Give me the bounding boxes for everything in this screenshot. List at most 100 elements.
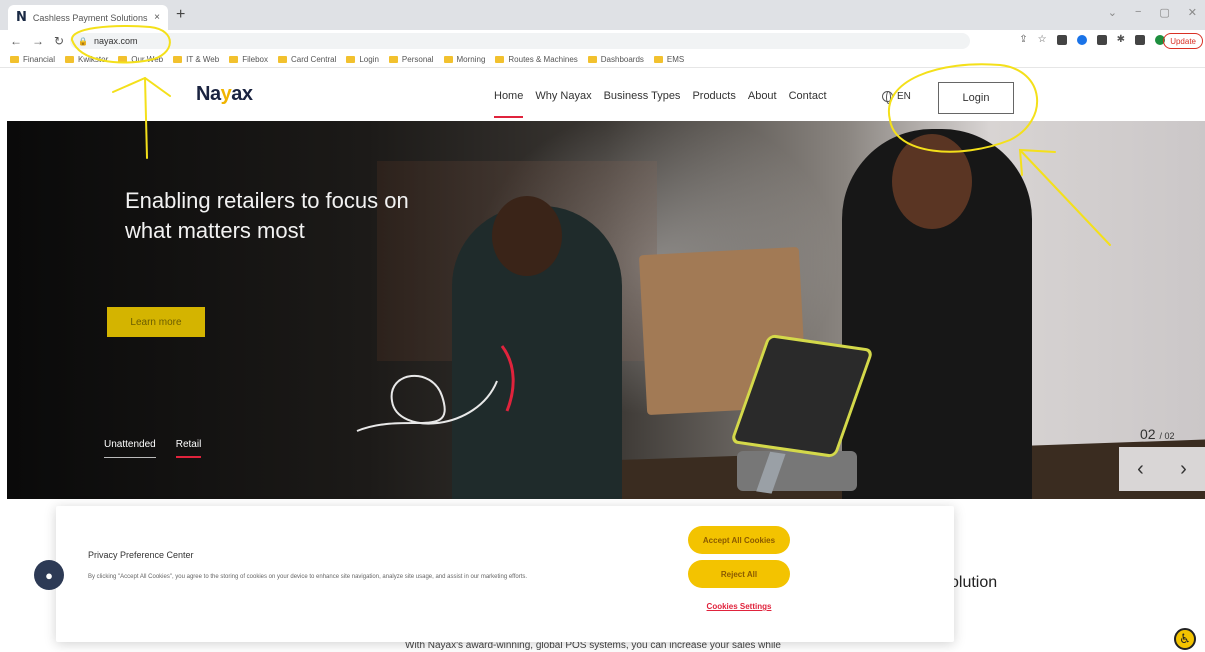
logo-text: Na	[196, 83, 221, 105]
bookmark-label: Filebox	[242, 55, 268, 64]
cookie-description: By clicking "Accept All Cookies", you ag…	[88, 574, 528, 580]
nayax-favicon-icon: N	[16, 10, 27, 25]
bookmark-label: Financial	[23, 55, 56, 64]
new-tab-button[interactable]: +	[176, 6, 185, 24]
folder-icon	[653, 56, 663, 63]
bookmark-label: Login	[359, 55, 379, 64]
close-window-button[interactable]: ✕	[1188, 6, 1197, 19]
tab-close-icon[interactable]: ×	[154, 12, 160, 23]
lock-icon: 🔒	[78, 36, 88, 46]
bookmark-folder[interactable]: Login	[346, 55, 379, 64]
bookmark-folder[interactable]: IT & Web	[173, 55, 219, 64]
chevron-left-icon[interactable]: ‹	[1137, 458, 1144, 481]
bookmark-folder[interactable]: Our Web	[118, 55, 163, 64]
folder-icon	[346, 56, 356, 63]
learn-more-button[interactable]: Learn more	[107, 307, 205, 337]
bookmarks-bar: Financial Kwikstor Our Web IT & Web File…	[0, 52, 1205, 68]
main-nav: Home Why Nayax Business Types Products A…	[494, 90, 827, 118]
folder-icon	[587, 56, 597, 63]
bookmark-folder[interactable]: Personal	[388, 55, 434, 64]
bookmark-folder[interactable]: Financial	[10, 55, 55, 64]
bookmark-label: Personal	[401, 55, 434, 64]
maximize-button[interactable]: ▢	[1159, 6, 1169, 19]
browser-tabstrip: N Cashless Payment Solutions - U... × + …	[0, 0, 1205, 30]
nav-products[interactable]: Products	[692, 90, 735, 114]
slide-counter: 02 / 02	[1140, 426, 1174, 442]
browser-tab[interactable]: N Cashless Payment Solutions - U... ×	[8, 5, 168, 30]
cookie-title: Privacy Preference Center	[88, 550, 194, 560]
reload-icon[interactable]: ↻	[54, 34, 64, 48]
bookmark-label: Our Web	[131, 55, 164, 64]
folder-icon	[229, 56, 239, 63]
nav-home[interactable]: Home	[494, 90, 524, 118]
hero-photo-cashier	[842, 129, 1032, 499]
logo-text: ax	[231, 83, 253, 105]
nav-business-types[interactable]: Business Types	[604, 90, 681, 114]
bookmark-folder[interactable]: Card Central	[277, 55, 337, 64]
bookmark-folder[interactable]: Dashboards	[587, 55, 644, 64]
extension-icon[interactable]	[1096, 34, 1107, 45]
accessibility-icon[interactable]: ♿	[1174, 628, 1196, 650]
hero-tab-unattended[interactable]: Unattended	[104, 439, 156, 458]
extension-icon[interactable]	[1056, 34, 1067, 45]
hero-headline: Enabling retailers to focus on what matt…	[125, 188, 409, 243]
bookmark-label: Morning	[456, 55, 486, 64]
back-arrow-icon[interactable]: ←	[10, 34, 22, 48]
update-button[interactable]: Update	[1163, 33, 1203, 49]
slide-current: 02	[1140, 426, 1156, 442]
share-icon[interactable]: ⇪	[1019, 34, 1027, 45]
tab-title: Cashless Payment Solutions - U...	[32, 12, 150, 23]
login-button[interactable]: Login	[938, 82, 1014, 114]
folder-icon	[65, 56, 75, 63]
puzzle-extensions-icon[interactable]: ✱	[1117, 34, 1125, 45]
bookmark-folder[interactable]: Routes & Machines	[495, 55, 578, 64]
extension-icon[interactable]	[1076, 34, 1087, 45]
bookmark-label: Routes & Machines	[508, 55, 578, 64]
bookmark-folder[interactable]: EMS	[653, 55, 685, 64]
star-bookmark-icon[interactable]: ☆	[1038, 34, 1047, 45]
chevron-right-icon[interactable]: ›	[1180, 458, 1187, 481]
language-selector[interactable]: EN	[882, 91, 911, 104]
hero-banner: Enabling retailers to focus on what matt…	[7, 121, 1205, 499]
minimize-button[interactable]: −	[1135, 6, 1141, 19]
cookie-icon[interactable]: ●	[34, 560, 64, 590]
nav-why-nayax[interactable]: Why Nayax	[535, 90, 591, 114]
address-url: nayax.com	[93, 36, 138, 46]
hero-tabs: Unattended Retail	[104, 439, 202, 458]
slide-total: / 02	[1159, 431, 1175, 441]
sidebar-icon[interactable]	[1135, 34, 1145, 45]
language-label: EN	[897, 91, 911, 102]
bookmark-folder[interactable]: Kwikstor	[65, 55, 108, 64]
hero-tab-retail[interactable]: Retail	[175, 439, 202, 458]
accept-cookies-button[interactable]: Accept All Cookies	[688, 526, 790, 554]
bookmark-folder[interactable]: Morning	[443, 55, 486, 64]
window-controls: ⌄ − ▢ ✕	[1108, 6, 1197, 19]
tab-search-icon[interactable]: ⌄	[1108, 6, 1117, 19]
globe-icon	[882, 91, 893, 104]
folder-icon	[443, 56, 453, 63]
nav-about[interactable]: About	[748, 90, 777, 114]
browser-toolbar: ← → ↻ 🔒 nayax.com ⇪ ☆ ✱ Update	[0, 30, 1205, 52]
logo-text-accent: y	[220, 83, 232, 105]
hero-photo-pos-base	[737, 451, 857, 491]
cookie-banner: ● Privacy Preference Center By clicking …	[34, 506, 954, 642]
slider-arrows: ‹ ›	[1119, 447, 1205, 491]
cookie-settings-link[interactable]: Cookies Settings	[696, 602, 782, 611]
bookmark-label: Dashboards	[600, 55, 644, 64]
reject-cookies-button[interactable]: Reject All	[688, 560, 790, 588]
site-header: Nayax Home Why Nayax Business Types Prod…	[0, 68, 1205, 121]
folder-icon	[10, 56, 19, 63]
folder-icon	[277, 56, 287, 63]
folder-icon	[495, 56, 505, 63]
nayax-logo[interactable]: Nayax	[196, 83, 253, 106]
folder-icon	[173, 56, 183, 63]
bookmark-label: EMS	[666, 55, 685, 64]
bookmark-label: IT & Web	[186, 55, 220, 64]
decorative-swirl-icon	[356, 345, 515, 432]
nav-contact[interactable]: Contact	[789, 90, 827, 114]
bookmark-folder[interactable]: Filebox	[229, 55, 268, 64]
extensions-area: ⇪ ☆ ✱	[1019, 34, 1165, 45]
forward-arrow-icon[interactable]: →	[32, 34, 44, 48]
bookmark-label: Card Central	[290, 55, 337, 64]
address-bar[interactable]: 🔒 nayax.com	[70, 33, 970, 49]
